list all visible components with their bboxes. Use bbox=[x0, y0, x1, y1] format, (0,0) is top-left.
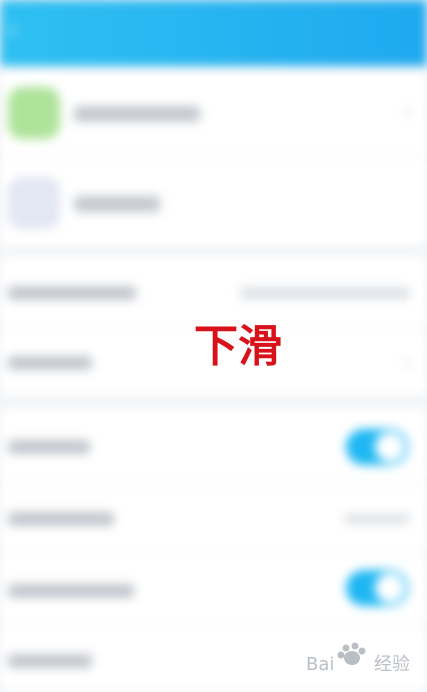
contact-name-placeholder bbox=[74, 196, 160, 212]
setting-value-placeholder bbox=[344, 514, 410, 524]
setting-label-placeholder bbox=[8, 286, 136, 300]
profile-card: › bbox=[0, 70, 427, 246]
baidu-jingyan-watermark: Bai 经验 bbox=[306, 642, 410, 674]
svg-text:经验: 经验 bbox=[374, 654, 410, 674]
back-arrow-icon[interactable]: ‹ bbox=[8, 18, 26, 46]
paw-icon bbox=[337, 642, 366, 665]
contact-avatar bbox=[8, 177, 60, 229]
toggle-switch-on[interactable] bbox=[346, 429, 408, 465]
toggle-switch-on[interactable] bbox=[346, 570, 408, 606]
toggle-knob bbox=[375, 573, 405, 603]
profile-row[interactable]: › bbox=[0, 70, 427, 156]
toggle-knob bbox=[375, 432, 405, 462]
contact-name-placeholder bbox=[74, 106, 200, 122]
setting-label-placeholder bbox=[8, 654, 92, 668]
chevron-right-icon: › bbox=[404, 352, 412, 373]
title-bar: ‹ bbox=[0, 0, 427, 66]
setting-row[interactable] bbox=[0, 552, 427, 622]
secondary-row[interactable] bbox=[0, 160, 427, 246]
setting-value-placeholder bbox=[240, 287, 410, 299]
setting-row[interactable] bbox=[0, 482, 427, 552]
setting-row[interactable] bbox=[0, 408, 427, 480]
setting-label-placeholder bbox=[8, 584, 134, 598]
setting-label-placeholder bbox=[8, 440, 90, 454]
swipe-down-annotation: 下滑 bbox=[194, 321, 282, 372]
chevron-right-icon: › bbox=[404, 102, 412, 123]
watermark-text: Bai bbox=[306, 654, 334, 674]
contact-avatar bbox=[8, 87, 60, 139]
setting-label-placeholder bbox=[8, 512, 114, 526]
setting-label-placeholder bbox=[8, 356, 92, 370]
divider bbox=[0, 156, 427, 157]
